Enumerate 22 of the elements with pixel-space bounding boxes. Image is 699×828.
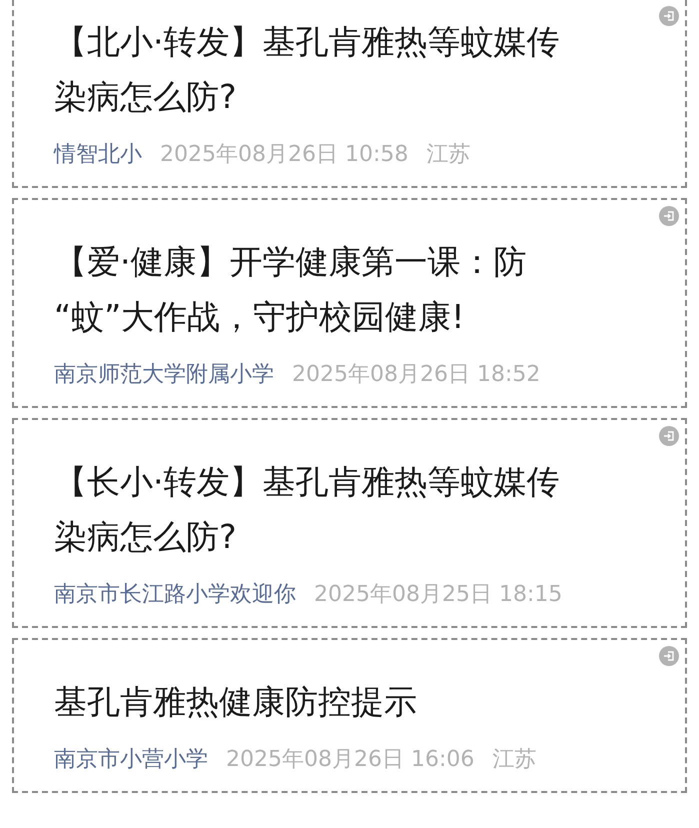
article-title: 【长小·转发】基孔肯雅热等蚊媒传 染病怎么防? <box>54 461 560 558</box>
article-title: 【爱·健康】开学健康第一课：防 “蚊”大作战，守护校园健康! <box>54 241 528 338</box>
article-title: 基孔肯雅热健康防控提示 <box>54 681 418 723</box>
source-name: 情智北小 <box>54 141 142 169</box>
publish-time: 2025年08月25日 18:15 <box>314 581 562 609</box>
share-icon[interactable] <box>659 206 679 226</box>
location-label: 江苏 <box>426 141 470 169</box>
publish-time: 2025年08月26日 16:06 <box>226 746 474 774</box>
article-title: 【北小·转发】基孔肯雅热等蚊媒传 染病怎么防? <box>54 21 560 118</box>
share-icon[interactable] <box>659 646 679 666</box>
publish-time: 2025年08月26日 18:52 <box>292 361 540 389</box>
article-card[interactable]: 【北小·转发】基孔肯雅热等蚊媒传 染病怎么防? 情智北小 2025年08月26日 10:58 江苏 <box>12 0 687 188</box>
source-name: 南京市长江路小学欢迎你 <box>54 581 296 609</box>
article-card[interactable]: 【爱·健康】开学健康第一课：防 “蚊”大作战，守护校园健康! 南京师范大学附属小学 2025年08月26日 18:52 <box>12 198 687 408</box>
share-icon[interactable] <box>659 6 679 26</box>
publish-time: 2025年08月26日 10:58 <box>160 141 408 169</box>
share-icon[interactable] <box>659 426 679 446</box>
source-name: 南京市小营小学 <box>54 746 208 774</box>
location-label: 江苏 <box>492 746 536 774</box>
article-card[interactable]: 【长小·转发】基孔肯雅热等蚊媒传 染病怎么防? 南京市长江路小学欢迎你 2025年08月25日 18:15 <box>12 418 687 628</box>
source-name: 南京师范大学附属小学 <box>54 361 274 389</box>
article-card[interactable]: 基孔肯雅热健康防控提示 南京市小营小学 2025年08月26日 16:06 江苏 <box>12 638 687 793</box>
